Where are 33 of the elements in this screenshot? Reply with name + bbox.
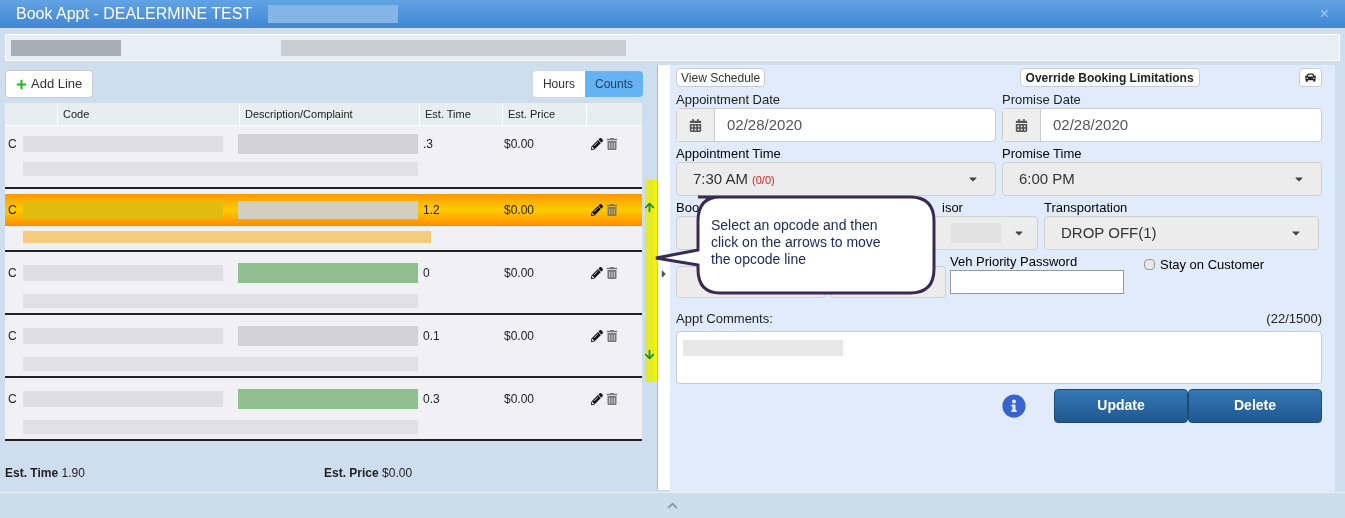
field-label: Appointment Time bbox=[676, 145, 782, 162]
column-header: Est. Time bbox=[425, 106, 471, 122]
table-cell-text: $0.00 bbox=[503, 265, 536, 282]
table-cell-text: 0.1 bbox=[422, 328, 441, 345]
table-cell-text: .3 bbox=[422, 136, 434, 153]
table-cell-text: 0 bbox=[422, 265, 431, 282]
comment-counter: (22/1500) bbox=[1266, 310, 1322, 328]
total-text: Est. Price $0.00 bbox=[324, 465, 413, 482]
field-label: Boo bbox=[676, 199, 701, 216]
table-cell-text: C bbox=[7, 328, 18, 345]
column-header: Code bbox=[63, 106, 90, 122]
field-label: Transportation bbox=[1044, 199, 1129, 216]
table-cell-text: C bbox=[7, 202, 18, 219]
table-cell-text: $0.00 bbox=[503, 328, 536, 345]
field-label: Appointment Date bbox=[676, 91, 782, 108]
table-cell-text: $0.00 bbox=[503, 136, 536, 153]
field-label: Promise Time bbox=[1002, 145, 1083, 162]
field-label: isor bbox=[941, 199, 964, 216]
field-label: Appt Comments: bbox=[676, 310, 773, 328]
window-title: Book Appt - DEALERMINE TEST bbox=[16, 4, 253, 24]
table-cell-text: $0.00 bbox=[503, 202, 536, 219]
column-header: Est. Price bbox=[508, 106, 556, 122]
total-text: Est. Time 1.90 bbox=[5, 465, 86, 482]
column-header: Description/Complaint bbox=[245, 106, 353, 122]
table-cell-text: C bbox=[7, 391, 18, 408]
field-label: Promise Date bbox=[1002, 91, 1082, 108]
checkbox-label: Stay on Customer bbox=[1160, 256, 1265, 274]
table-cell-text: C bbox=[7, 136, 18, 153]
table-cell-text: C bbox=[7, 265, 18, 282]
table-cell-text: 0.3 bbox=[422, 391, 441, 408]
table-cell-text: $0.00 bbox=[503, 391, 536, 408]
field-label: Veh Priority Password bbox=[950, 253, 1079, 270]
table-cell-text: 1.2 bbox=[422, 202, 441, 219]
